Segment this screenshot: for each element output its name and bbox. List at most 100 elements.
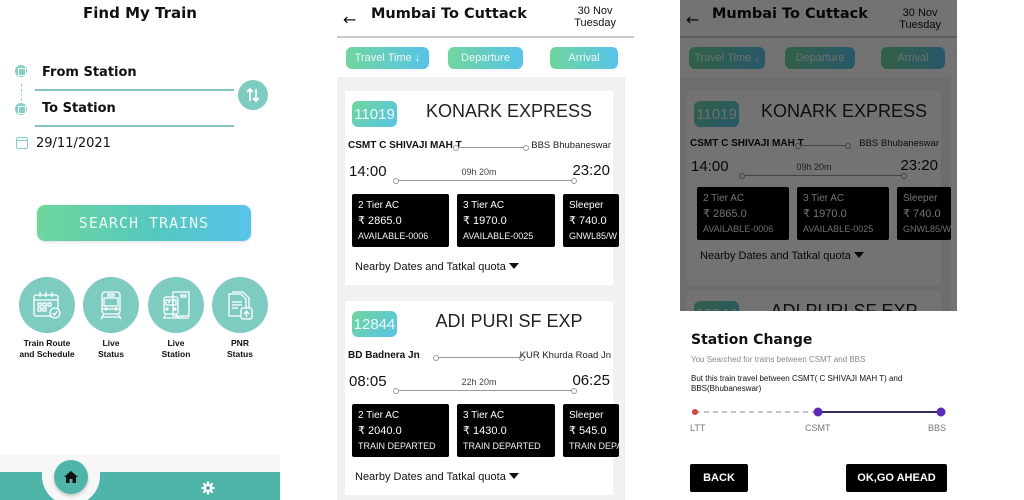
date-weekday: Tuesday: [574, 17, 616, 29]
from-station: CSMT C SHIVAJI MAH T: [348, 140, 462, 151]
class-availability: AVAILABLE-0025: [463, 231, 534, 241]
search-trains-button[interactable]: SEARCH TRAINS: [37, 205, 251, 241]
results-list: 11019 KONARK EXPRESS CSMT C SHIVAJI MAH …: [337, 77, 625, 500]
date-day: 30 Nov: [577, 5, 613, 17]
class-option[interactable]: Sleeper ₹ 740.0 GNWL85/W: [563, 194, 619, 247]
time-route-line: [393, 178, 577, 184]
station-label: BBS: [928, 423, 947, 433]
class-option[interactable]: 2 Tier AC ₹ 2865.0 AVAILABLE-0006: [352, 194, 449, 247]
arrival-time: 06:25: [572, 372, 610, 389]
find-train-screen: Find My Train From Station To Station 29…: [0, 0, 280, 500]
train-name: KONARK EXPRESS: [425, 101, 593, 121]
class-fare: ₹ 2865.0: [358, 215, 402, 227]
class-fare: ₹ 740.0: [569, 215, 607, 227]
quick-link-live-station[interactable]: Live Station: [147, 277, 205, 360]
quick-link-pnr-status[interactable]: PNR Status: [211, 277, 269, 360]
page-title: Find My Train: [83, 4, 197, 22]
station-icon: [148, 277, 204, 333]
train-card[interactable]: 11019 KONARK EXPRESS CSMT C SHIVAJI MAH …: [345, 91, 619, 285]
class-availability: AVAILABLE-0006: [358, 231, 429, 241]
quick-link-label: PNR Status: [227, 338, 253, 359]
nearby-dates-toggle[interactable]: Nearby Dates and Tatkal quota: [355, 471, 519, 483]
train-number-badge: 11019: [352, 101, 397, 127]
quick-link-label: Live Station: [161, 338, 191, 359]
class-option[interactable]: 3 Tier AC ₹ 1430.0 TRAIN DEPARTED: [457, 404, 555, 457]
arrival-time: 23:20: [572, 162, 610, 179]
to-station-input[interactable]: To Station: [42, 101, 116, 116]
station-route-line: [433, 355, 525, 361]
calendar-check-icon: [19, 277, 75, 333]
train-results-screen: ← Mumbai To Cuttack 30 Nov Tuesday Trave…: [337, 0, 634, 500]
nearby-dates-toggle[interactable]: Nearby Dates and Tatkal quota: [355, 261, 519, 273]
class-option[interactable]: 3 Tier AC ₹ 1970.0 AVAILABLE-0025: [457, 194, 555, 247]
station-label: LTT: [690, 423, 706, 433]
class-availability: GNWL85/W: [569, 231, 618, 241]
class-fare: ₹ 1970.0: [463, 215, 507, 227]
nearby-dates-label: Nearby Dates and Tatkal quota: [355, 471, 506, 483]
calendar-icon: [16, 137, 28, 149]
class-name: 2 Tier AC: [358, 410, 400, 421]
document-upload-icon: [212, 277, 268, 333]
station-change-dialog: Station Change You Searched for trains b…: [680, 311, 957, 500]
class-fare: ₹ 1430.0: [463, 425, 507, 437]
route-connector: [21, 84, 22, 101]
class-availability: TRAIN DEPA: [569, 441, 619, 451]
boarding-station-dot: [813, 407, 823, 417]
time-route-line: [393, 388, 577, 394]
quick-link-live-status[interactable]: Live Status: [82, 277, 140, 360]
swap-icon: [246, 87, 260, 103]
class-name: 3 Tier AC: [463, 200, 505, 211]
from-station: BD Badnera Jn: [348, 350, 420, 361]
station-route-line: [453, 145, 529, 151]
sort-arrival-button[interactable]: Arrival: [550, 47, 618, 69]
train-card[interactable]: 12844 ADI PURI SF EXP BD Badnera Jn KUR …: [345, 301, 619, 495]
dialog-title: Station Change: [691, 332, 813, 348]
from-station-icon: [15, 65, 27, 77]
station-label: CSMT: [805, 423, 831, 433]
class-availability: TRAIN DEPARTED: [358, 441, 436, 451]
class-name: Sleeper: [569, 200, 604, 211]
to-station-icon: [15, 103, 27, 115]
origin-station-dot: [692, 409, 698, 415]
back-button[interactable]: BACK: [690, 464, 748, 492]
swap-stations-button[interactable]: [238, 80, 268, 110]
class-fare: ₹ 2040.0: [358, 425, 402, 437]
home-icon: [64, 471, 78, 483]
class-name: 2 Tier AC: [358, 200, 400, 211]
caret-down-icon: [508, 263, 519, 269]
results-header: ← Mumbai To Cuttack 30 Nov Tuesday: [337, 0, 634, 38]
class-fare: ₹ 545.0: [569, 425, 607, 437]
journey-date-display: 30 Nov Tuesday: [574, 5, 616, 29]
train-number-badge: 12844: [352, 311, 397, 337]
sort-departure-button[interactable]: Departure: [448, 47, 523, 69]
class-name: 3 Tier AC: [463, 410, 505, 421]
sort-travel-time-button[interactable]: Travel Time ↓: [346, 47, 429, 69]
from-station-input[interactable]: From Station: [42, 65, 137, 80]
quick-link-train-route[interactable]: Train Route and Schedule: [18, 277, 76, 360]
class-availability: TRAIN DEPARTED: [463, 441, 541, 451]
quick-link-label: Train Route and Schedule: [19, 338, 75, 359]
ok-go-ahead-button[interactable]: OK,GO AHEAD: [846, 464, 947, 492]
caret-down-icon: [508, 473, 519, 479]
route-title: Mumbai To Cuttack: [371, 6, 527, 22]
class-option[interactable]: Sleeper ₹ 545.0 TRAIN DEPA: [563, 404, 619, 457]
dialog-subtitle: You Searched for trains between CSMT and…: [691, 355, 866, 364]
nearby-dates-label: Nearby Dates and Tatkal quota: [355, 261, 506, 273]
to-station-underline: [35, 125, 234, 127]
train-front-icon: [83, 277, 139, 333]
nav-home-button[interactable]: [54, 460, 88, 494]
class-option[interactable]: 2 Tier AC ₹ 2040.0 TRAIN DEPARTED: [352, 404, 449, 457]
train-name: ADI PURI SF EXP: [435, 311, 583, 331]
nav-settings-button[interactable]: [200, 480, 216, 496]
destination-station-dot: [936, 407, 946, 417]
journey-date[interactable]: 29/11/2021: [36, 136, 111, 151]
modal-backdrop[interactable]: [680, 0, 957, 311]
back-arrow-icon[interactable]: ←: [343, 10, 356, 29]
gear-icon: [201, 481, 215, 495]
to-station: KUR Khurda Road Jn: [519, 350, 611, 361]
class-name: Sleeper: [569, 410, 604, 421]
to-station: BBS Bhubaneswar: [531, 140, 611, 151]
dialog-message: But this train travel between CSMT( C SH…: [691, 374, 903, 393]
station-route-diagram: [692, 407, 946, 417]
quick-link-label: Live Status: [98, 338, 124, 359]
